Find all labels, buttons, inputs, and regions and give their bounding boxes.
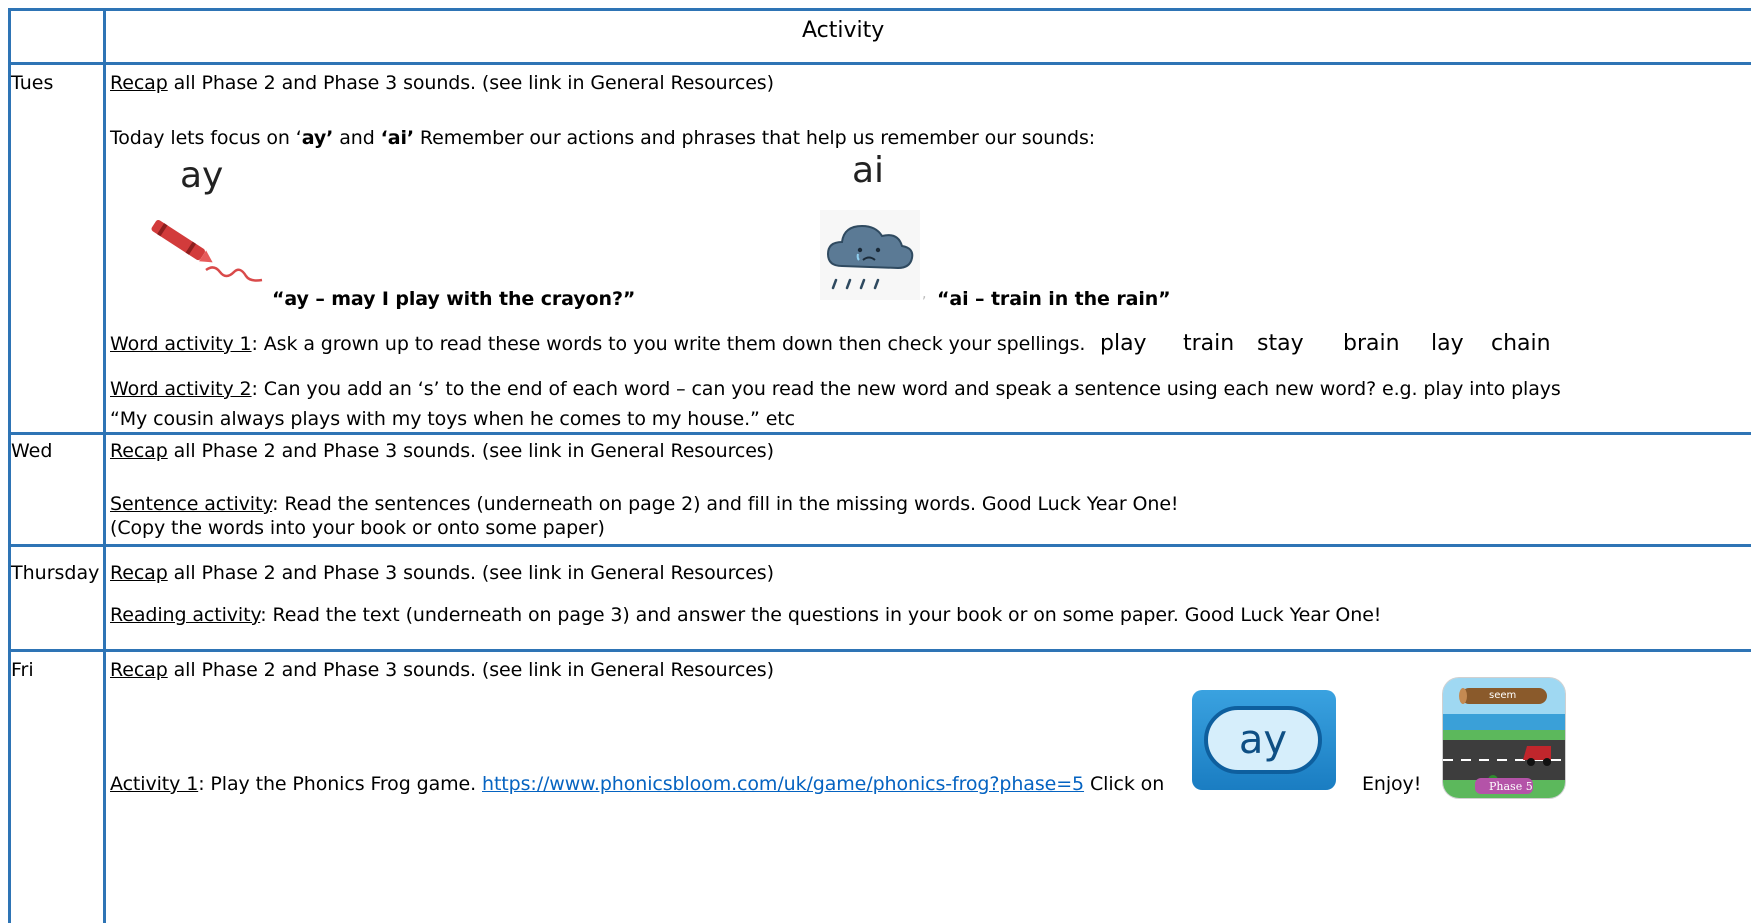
sentence-activity: Sentence activity: Read the sentences (u… — [110, 493, 1179, 515]
ay-sound-card[interactable]: ay — [1192, 690, 1336, 790]
crayon-image — [151, 219, 263, 282]
focus-line: Today lets focus on ‘ay’ and ‘ai’ Rememb… — [110, 127, 1096, 149]
spelling-word: stay — [1257, 331, 1304, 356]
word-activity-2-example: “My cousin always plays with my toys whe… — [110, 408, 795, 430]
day-label-wed: Wed — [11, 440, 53, 462]
spelling-word: lay — [1431, 331, 1464, 356]
activity-1: Activity 1: Play the Phonics Frog game. … — [110, 773, 1165, 795]
spelling-word: chain — [1491, 331, 1551, 356]
sentence-activity-label: Sentence activity — [110, 493, 273, 515]
table-left-border — [8, 8, 11, 923]
phrase-ay: “ay – may I play with the crayon?” — [272, 288, 636, 310]
row-divider-thursday — [8, 649, 1751, 652]
recap-line: Recap all Phase 2 and Phase 3 sounds. (s… — [110, 659, 774, 681]
sentence-activity-note: (Copy the words into your book or onto s… — [110, 517, 605, 539]
sound-ay-label: ay — [180, 155, 224, 196]
recap-link[interactable]: Recap — [110, 440, 168, 462]
phrase-ai-comma: , — [922, 286, 927, 302]
activity-1-label: Activity 1 — [110, 773, 199, 795]
row-divider-tues — [8, 432, 1751, 435]
row-divider-header — [8, 62, 1751, 65]
column-divider — [103, 8, 106, 923]
spelling-word: play — [1100, 331, 1147, 356]
word-activity-2: Word activity 2: Can you add an ‘s’ to t… — [110, 378, 1561, 400]
recap-link[interactable]: Recap — [110, 72, 168, 94]
phrase-ai: “ai – train in the rain” — [937, 288, 1171, 310]
phase-badge: Phase 5 — [1489, 780, 1533, 793]
phonics-frog-game-icon[interactable]: seem Phase 5 — [1443, 678, 1565, 798]
word-activity-1-label: Word activity 1 — [110, 333, 252, 355]
table-top-border — [8, 8, 1751, 11]
recap-line: Recap all Phase 2 and Phase 3 sounds. (s… — [110, 562, 774, 584]
enjoy-text: Enjoy! — [1362, 773, 1422, 795]
day-label-tues: Tues — [11, 72, 54, 94]
word-activity-1: Word activity 1: Ask a grown up to read … — [110, 333, 1086, 355]
reading-activity: Reading activity: Read the text (underne… — [110, 604, 1382, 626]
row-divider-wed — [8, 544, 1751, 547]
game-log-word: seem — [1489, 690, 1517, 701]
recap-line: Recap all Phase 2 and Phase 3 sounds. (s… — [110, 440, 774, 462]
ay-sound-card-label: ay — [1204, 706, 1322, 774]
spelling-word: train — [1183, 331, 1235, 356]
spelling-word: brain — [1343, 331, 1400, 356]
reading-activity-label: Reading activity — [110, 604, 261, 626]
recap-line: Recap all Phase 2 and Phase 3 sounds. (s… — [110, 72, 774, 94]
phonics-frog-link[interactable]: https://www.phonicsbloom.com/uk/game/pho… — [482, 773, 1084, 795]
recap-link[interactable]: Recap — [110, 562, 168, 584]
day-label-thursday: Thursday — [11, 562, 100, 584]
sound-ai-label: ai — [852, 150, 885, 191]
word-activity-2-label: Word activity 2 — [110, 378, 252, 400]
day-label-fri: Fri — [11, 659, 34, 681]
column-header-activity: Activity — [802, 18, 885, 43]
recap-link[interactable]: Recap — [110, 659, 168, 681]
rain-cloud-image — [820, 210, 920, 300]
